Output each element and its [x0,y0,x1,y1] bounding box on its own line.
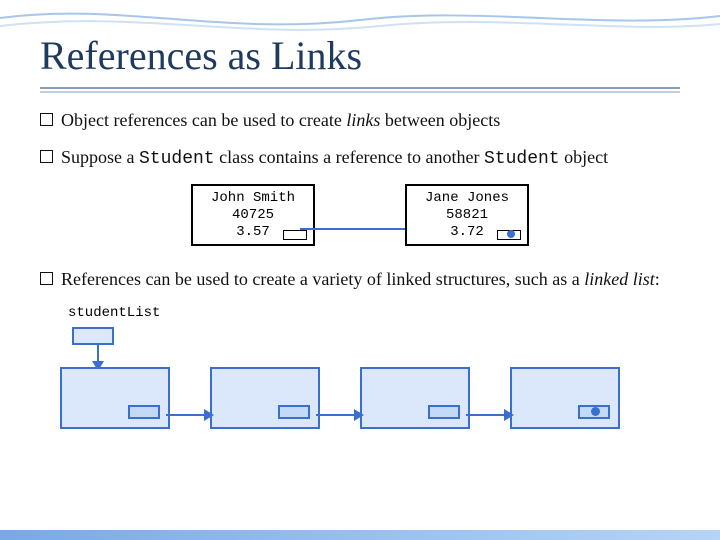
list-node [510,367,620,429]
bullet-marker [40,272,53,285]
slide-title: References as Links [0,0,720,87]
list-node [60,367,170,429]
list-variable-label: studentList [68,305,680,321]
footer-accent-bar [0,530,720,540]
bullet-3: References can be used to create a varie… [40,268,680,291]
list-head-box [72,327,114,345]
bullet-list-2: References can be used to create a varie… [0,262,720,291]
bullet-2: Suppose a Student class contains a refer… [40,146,680,171]
title-underline [40,87,680,93]
bullet-marker [40,150,53,163]
text-fragment: Suppose a [61,147,139,167]
text-fragment: between objects [380,110,500,130]
text-fragment: class contains a reference to another [215,147,484,167]
reference-slot [428,405,460,419]
bullet-marker [40,113,53,126]
text-emphasis: links [346,110,380,130]
student-name: Jane Jones [425,190,509,207]
reference-slot [128,405,160,419]
text-fragment: References can be used to create a varie… [61,269,584,289]
text-fragment: Object references can be used to create [61,110,346,130]
bullet-1-text: Object references can be used to create … [61,109,500,132]
student-id: 40725 [211,207,295,224]
student-name: John Smith [211,190,295,207]
bullet-3-text: References can be used to create a varie… [61,268,660,291]
text-fragment: object [560,147,608,167]
reference-dot [591,407,600,416]
text-fragment: : [655,269,660,289]
linked-list-diagram [60,323,680,443]
text-code: Student [484,149,560,169]
text-emphasis: linked list [584,269,655,289]
link-arrow [316,407,364,423]
text-code: Student [139,149,215,169]
list-node [360,367,470,429]
student-link-diagram: John Smith 40725 3.57 Jane Jones 58821 3… [0,184,720,246]
reference-slot [278,405,310,419]
link-arrow [300,219,420,239]
student-id: 58821 [425,207,509,224]
student-box-b: Jane Jones 58821 3.72 [405,184,529,246]
linked-list-section: studentList [0,305,720,443]
bullet-2-text: Suppose a Student class contains a refer… [61,146,608,171]
student-box-a: John Smith 40725 3.57 [191,184,315,246]
bullet-1: Object references can be used to create … [40,109,680,132]
link-arrow [166,407,214,423]
link-arrow [466,407,514,423]
list-node [210,367,320,429]
bullet-list: Object references can be used to create … [0,103,720,170]
